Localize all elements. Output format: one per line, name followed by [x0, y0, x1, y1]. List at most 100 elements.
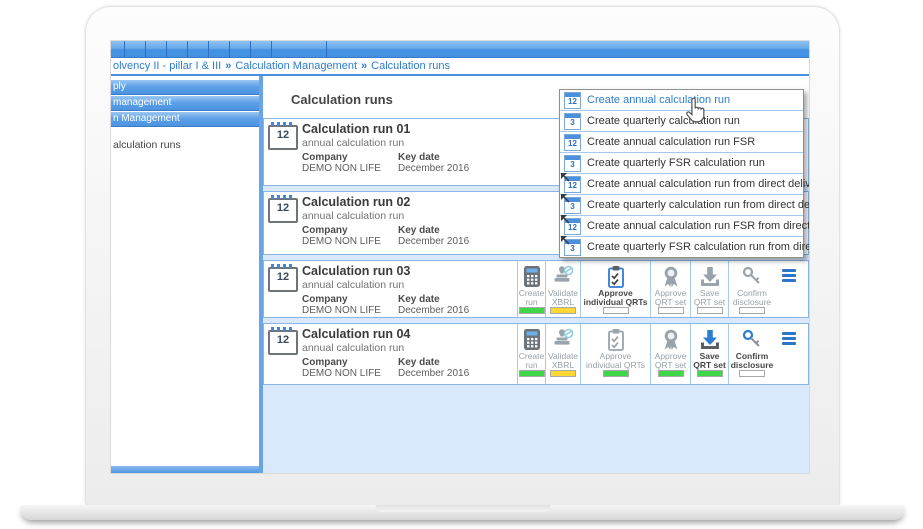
- calculation-run-row: 12 Calculation run 04 annual calculation…: [263, 323, 809, 385]
- breadcrumb: olvency II - pillar I & III » Calculation …: [111, 58, 809, 76]
- status-bar: [550, 370, 576, 377]
- status-bar: [603, 307, 629, 314]
- run-subtitle: annual calculation run: [302, 342, 404, 354]
- company-label: Company: [302, 225, 348, 236]
- menu-item[interactable]: 12 Create annual calculation run FSR fro…: [560, 215, 803, 236]
- company-label: Company: [302, 152, 348, 163]
- run-subtitle: annual calculation run: [302, 210, 404, 222]
- tab[interactable]: [230, 41, 251, 58]
- calendar-12-icon: 12: [268, 198, 298, 223]
- rosette-icon: [660, 264, 682, 289]
- calculator-icon: [521, 264, 543, 289]
- key-icon: [740, 327, 764, 352]
- save-tray-icon: [698, 264, 722, 289]
- approve-individual-qrts-button[interactable]: Approve individual QRTs: [580, 324, 650, 384]
- key-date-label: Key date: [398, 152, 440, 163]
- status-bar: [739, 370, 765, 377]
- create-run-button[interactable]: Create run: [517, 324, 545, 384]
- menu-item[interactable]: 3 Create quarterly calculation run from …: [560, 194, 803, 215]
- approve-qrt-set-button[interactable]: Approve QRT set: [650, 261, 690, 317]
- calculation-run-row: 12 Calculation run 03 annual calculation…: [263, 260, 809, 318]
- menu-item[interactable]: 3 Create quarterly calculation run: [560, 110, 803, 131]
- sidebar-scrollbar[interactable]: [111, 466, 259, 473]
- rosette-icon: [660, 327, 682, 352]
- menu-item[interactable]: 12 Create annual calculation run: [560, 90, 803, 110]
- sidebar-item[interactable]: n Management: [111, 112, 259, 127]
- menu-item[interactable]: 3 Create quarterly FSR calculation run f…: [560, 236, 803, 257]
- clipboard-check-icon: [606, 264, 626, 289]
- status-bar: [519, 370, 545, 377]
- calendar-3-import-icon: 3: [564, 239, 581, 256]
- company-value: DEMO NON LIFE: [302, 305, 381, 316]
- company-value: DEMO NON LIFE: [302, 368, 381, 379]
- tab[interactable]: [272, 41, 327, 58]
- calendar-3-icon: 3: [564, 155, 581, 172]
- company-value: DEMO NON LIFE: [302, 163, 381, 174]
- run-title: Calculation run 01: [302, 122, 410, 136]
- status-bar: [658, 307, 684, 314]
- breadcrumb-item[interactable]: olvency II - pillar I & III: [113, 60, 221, 72]
- create-run-button[interactable]: Create run: [517, 261, 545, 317]
- status-bar: [697, 307, 723, 314]
- sidebar-item[interactable]: management: [111, 96, 259, 111]
- row-actions: Create run Validate XBRL Approve individ…: [517, 261, 808, 317]
- sidebar-item[interactable]: ply: [111, 80, 259, 95]
- run-title: Calculation run 03: [302, 264, 410, 278]
- menu-icon: [782, 332, 798, 346]
- sidebar-nav: plymanagementn Management: [111, 80, 259, 127]
- confirm-disclosure-button[interactable]: Confirm disclosure: [728, 261, 775, 317]
- run-subtitle: annual calculation run: [302, 137, 404, 149]
- breadcrumb-item[interactable]: Calculation Management: [235, 60, 357, 72]
- sidebar: plymanagementn Management alculation run…: [111, 76, 263, 473]
- calendar-12-icon: 12: [268, 125, 298, 150]
- confirm-disclosure-button[interactable]: Confirm disclosure: [728, 324, 775, 384]
- validate-xbrl-button[interactable]: Validate XBRL: [545, 261, 580, 317]
- key-date-value: December 2016: [398, 163, 469, 174]
- status-bar: [739, 307, 765, 314]
- company-value: DEMO NON LIFE: [302, 236, 381, 247]
- run-title: Calculation run 04: [302, 327, 410, 341]
- row-menu-button[interactable]: [782, 269, 798, 317]
- calendar-3-import-icon: 3: [564, 197, 581, 214]
- tab[interactable]: [209, 41, 230, 58]
- stamp-icon: [551, 264, 575, 289]
- validate-xbrl-button[interactable]: Validate XBRL: [545, 324, 580, 384]
- tab[interactable]: [251, 41, 272, 58]
- menu-item[interactable]: 12 Create annual calculation run from di…: [560, 173, 803, 194]
- key-date-value: December 2016: [398, 236, 469, 247]
- key-date-value: December 2016: [398, 368, 469, 379]
- calendar-12-icon: 12: [268, 267, 298, 292]
- tab[interactable]: [125, 41, 146, 58]
- calendar-12-import-icon: 12: [564, 176, 581, 193]
- menu-icon: [782, 269, 798, 283]
- key-icon: [740, 264, 764, 289]
- company-label: Company: [302, 357, 348, 368]
- laptop-base-notch: [375, 505, 550, 512]
- breadcrumb-separator: »: [225, 60, 231, 72]
- approve-individual-qrts-button[interactable]: Approve individual QRTs: [580, 261, 650, 317]
- run-title: Calculation run 02: [302, 195, 410, 209]
- menu-item[interactable]: 12 Create annual calculation run FSR: [560, 131, 803, 152]
- tab[interactable]: [146, 41, 167, 58]
- laptop-base: [20, 505, 905, 520]
- menu-item[interactable]: 3 Create quarterly FSR calculation run: [560, 152, 803, 173]
- approve-qrt-set-button[interactable]: Approve QRT set: [650, 324, 690, 384]
- calculator-icon: [521, 327, 543, 352]
- stamp-icon: [551, 327, 575, 352]
- calendar-12-icon: 12: [564, 92, 581, 109]
- save-qrt-set-button[interactable]: Save QRT set: [690, 261, 728, 317]
- breadcrumb-item[interactable]: Calculation runs: [371, 60, 450, 72]
- page: olvency II - pillar I & III » Calculation …: [0, 0, 923, 529]
- row-menu-button[interactable]: [782, 332, 798, 384]
- tab[interactable]: [111, 41, 125, 58]
- laptop-screen-bezel: olvency II - pillar I & III » Calculation …: [85, 6, 840, 507]
- status-bar: [550, 307, 576, 314]
- create-run-dropdown-menu: 12 Create annual calculation run 3 Creat…: [559, 89, 804, 258]
- save-qrt-set-button[interactable]: Save QRT set: [690, 324, 728, 384]
- sidebar-subitem[interactable]: alculation runs: [111, 139, 259, 151]
- tab[interactable]: [188, 41, 209, 58]
- save-tray-icon: [698, 327, 722, 352]
- tab[interactable]: [167, 41, 188, 58]
- row-actions: Create run Validate XBRL Approve individ…: [517, 324, 808, 384]
- run-subtitle: annual calculation run: [302, 279, 404, 291]
